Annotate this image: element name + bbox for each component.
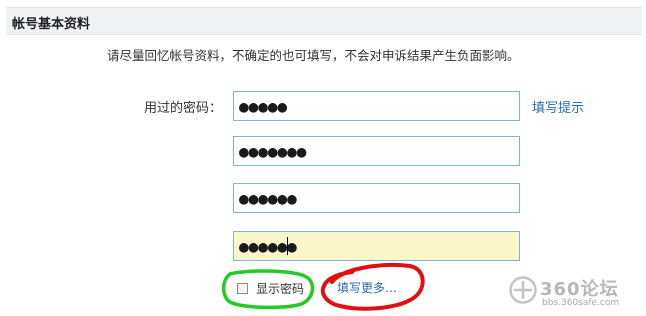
used-password-field-2[interactable]	[233, 136, 520, 166]
show-password-checkbox[interactable]	[237, 283, 248, 294]
used-password-field-4[interactable]	[233, 231, 520, 261]
used-password-label: 用过的密码：	[144, 101, 223, 116]
section-header: 帐号基本资料	[6, 7, 642, 35]
text-cursor	[287, 237, 288, 255]
fill-more-link[interactable]: 填写更多…	[337, 279, 397, 296]
fill-hint-link[interactable]: 填写提示	[532, 97, 584, 116]
show-password-label: 显示密码	[256, 282, 305, 296]
show-password-toggle[interactable]: 显示密码	[237, 280, 304, 297]
watermark-url: bbs.360safe.com	[542, 298, 620, 308]
used-password-field-1[interactable]	[233, 91, 520, 121]
section-title: 帐号基本资料	[12, 17, 91, 32]
used-password-field-3[interactable]	[233, 183, 520, 213]
instruction-text: 请尽量回忆帐号资料，不确定的也可填写，不会对申诉结果产生负面影响。	[107, 48, 520, 63]
watermark-logo-icon	[509, 276, 537, 304]
